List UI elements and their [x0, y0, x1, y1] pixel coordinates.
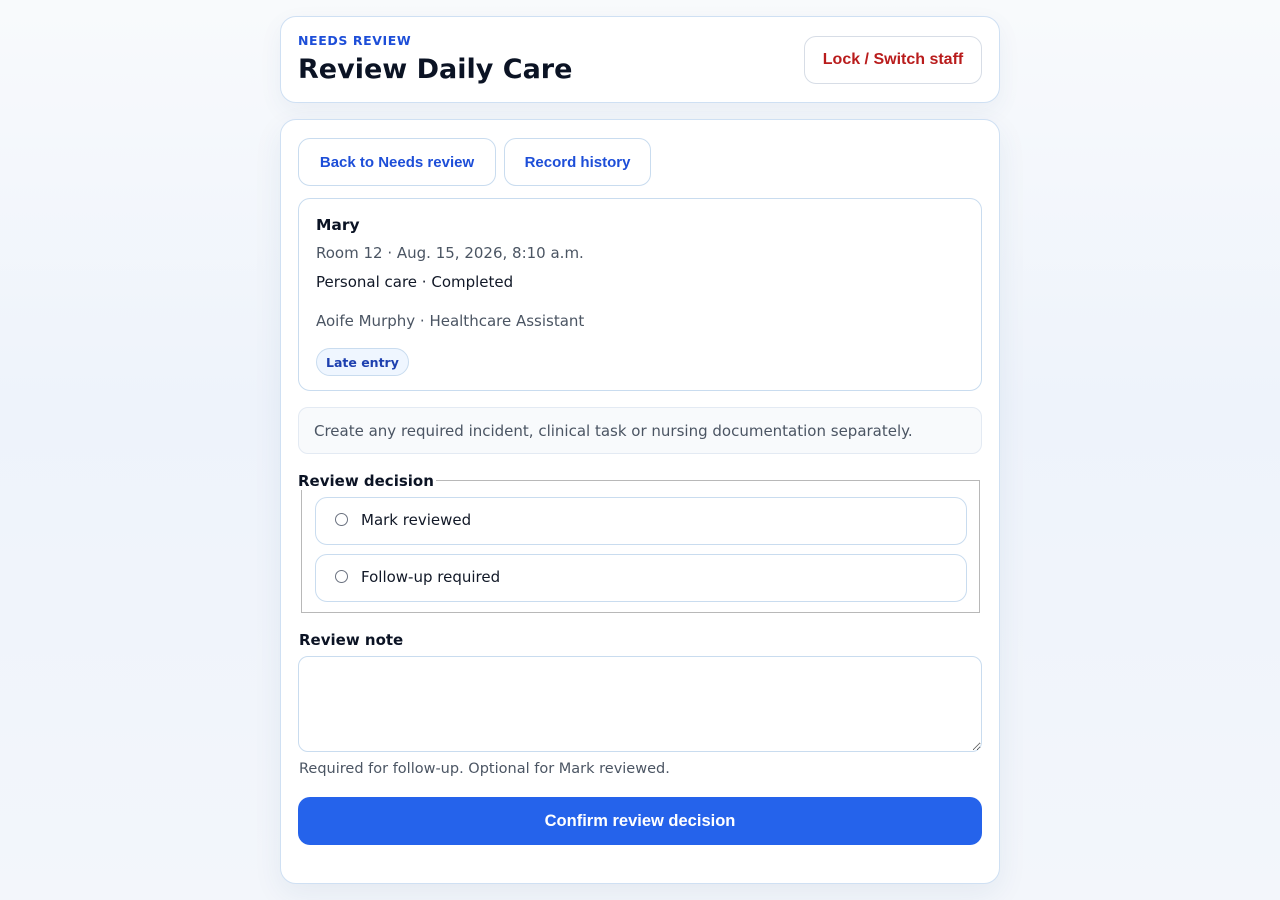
review-note-label: Review note [299, 631, 404, 649]
option-mark-reviewed[interactable]: Mark reviewed [315, 497, 967, 545]
option-label: Mark reviewed [361, 511, 472, 529]
staff-info: Aoife Murphy · Healthcare Assistant [316, 312, 585, 330]
radio-button[interactable] [335, 570, 348, 583]
lock-switch-staff-button[interactable]: Lock / Switch staff [804, 36, 982, 84]
info-note: Create any required incident, clinical t… [298, 407, 982, 454]
confirm-review-button[interactable]: Confirm review decision [298, 797, 982, 845]
late-entry-badge: Late entry [316, 348, 409, 376]
status-eyebrow: NEEDS REVIEW [298, 33, 412, 48]
care-type: Personal care · Completed [316, 273, 514, 291]
review-card: Back to Needs review Record history Mary… [280, 119, 1000, 884]
radio-button[interactable] [335, 513, 348, 526]
option-label: Follow-up required [361, 568, 501, 586]
page-title: Review Daily Care [298, 54, 573, 85]
record-summary-card: Mary Room 12 · Aug. 15, 2026, 8:10 a.m. … [298, 198, 982, 391]
option-follow-up-required[interactable]: Follow-up required [315, 554, 967, 602]
record-history-button[interactable]: Record history [504, 138, 651, 186]
header-card: NEEDS REVIEW Review Daily Care Lock / Sw… [280, 16, 1000, 103]
review-note-textarea[interactable] [298, 656, 982, 752]
back-to-needs-review-button[interactable]: Back to Needs review [298, 138, 496, 186]
resident-name: Mary [316, 216, 360, 234]
record-meta: Room 12 · Aug. 15, 2026, 8:10 a.m. [316, 244, 584, 262]
review-note-help: Required for follow-up. Optional for Mar… [299, 761, 670, 777]
review-decision-legend: Review decision [296, 472, 436, 490]
